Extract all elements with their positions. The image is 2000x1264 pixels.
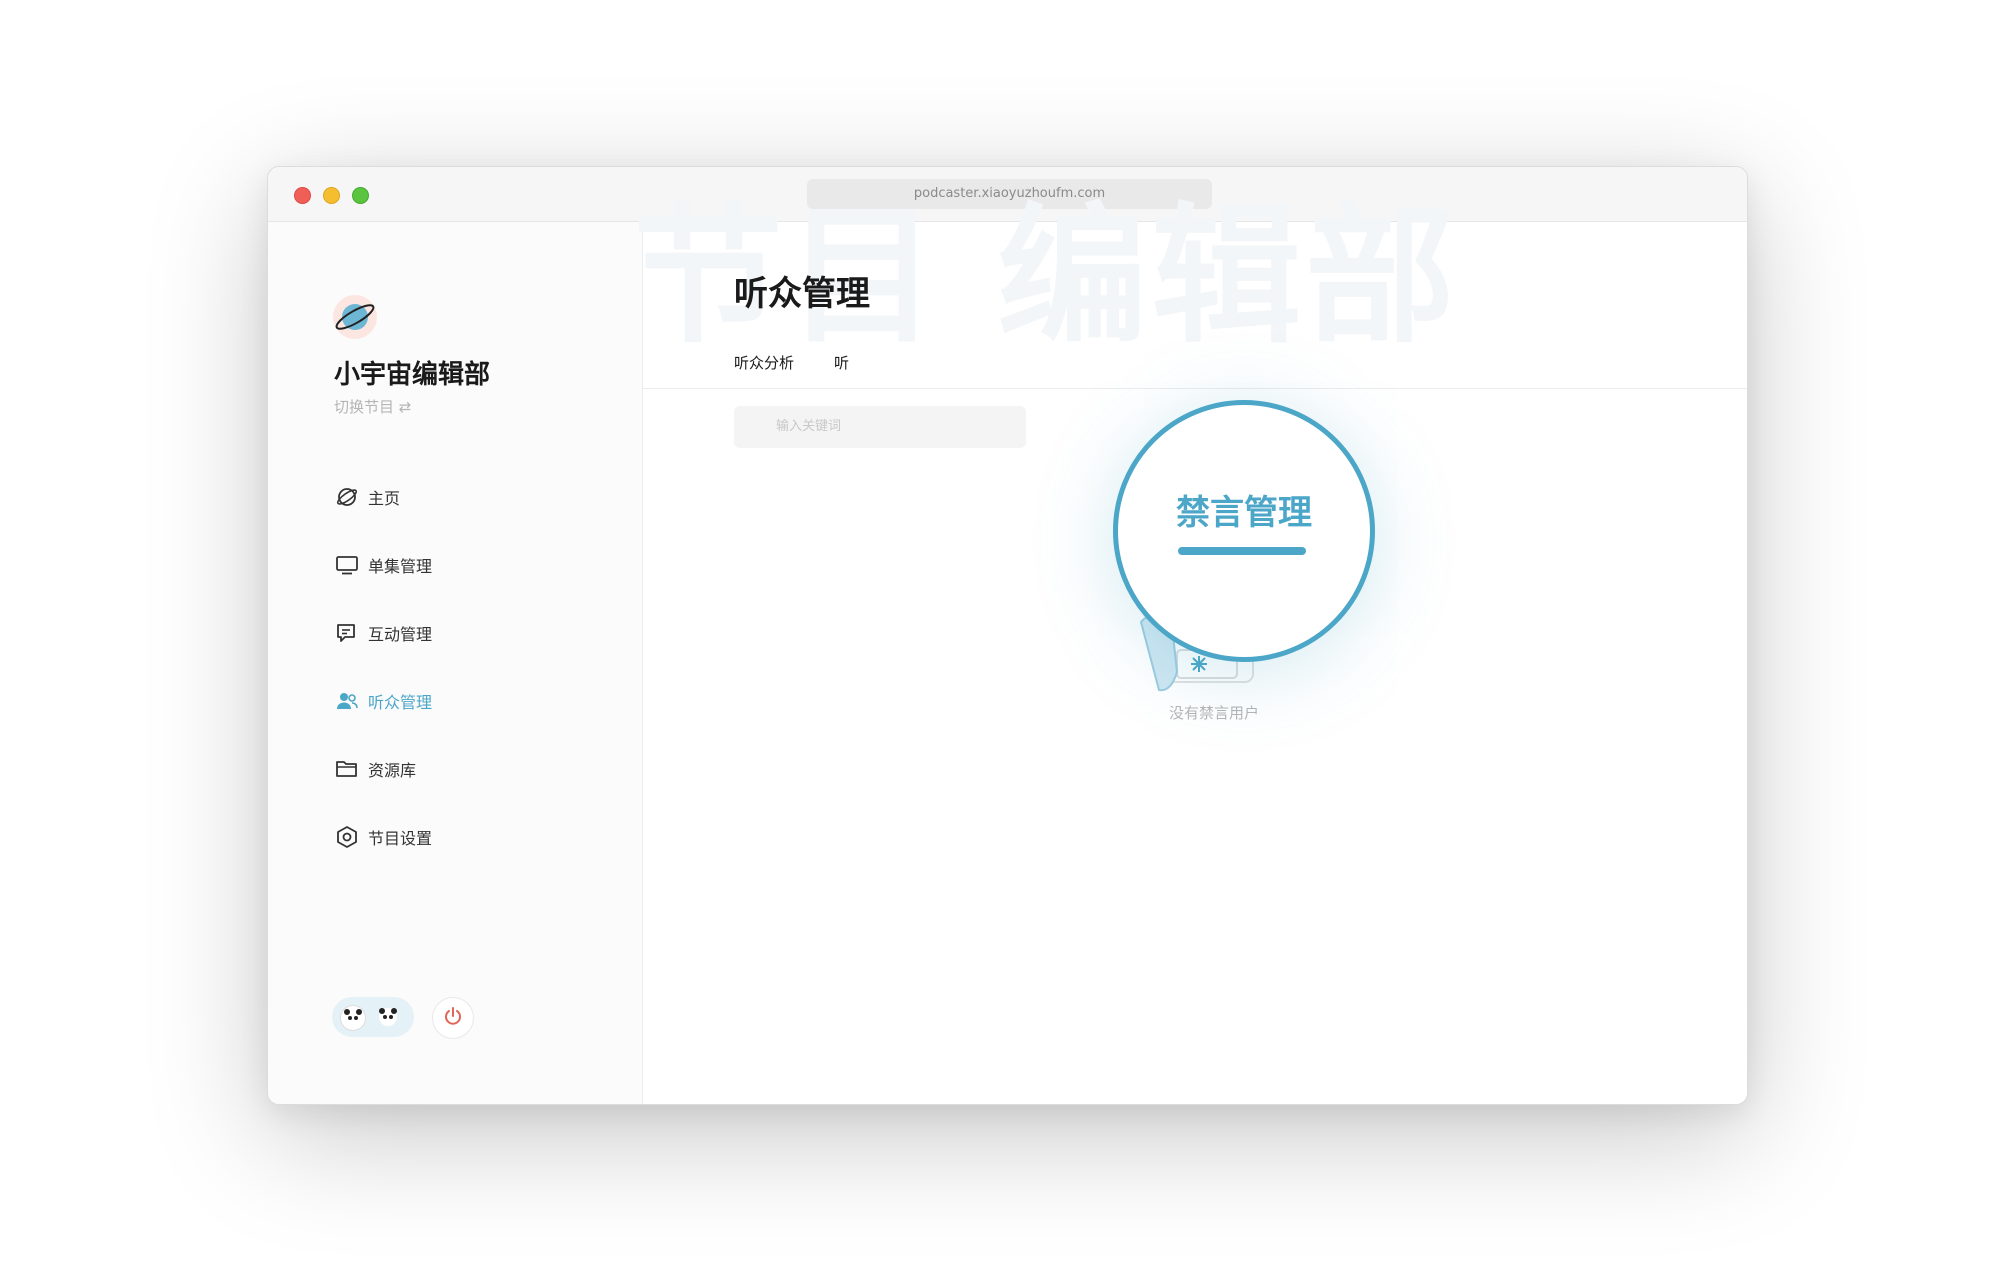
account-switcher[interactable]	[332, 997, 414, 1037]
sidebar-item-library[interactable]: 资源库	[334, 754, 416, 784]
sidebar-item-label: 听众管理	[368, 693, 433, 712]
sidebar-item-label: 主页	[368, 489, 401, 508]
show-name: 小宇宙编辑部	[334, 360, 491, 390]
tab-listener-analysis[interactable]: 听众分析	[734, 352, 794, 373]
search-input[interactable]: 输入关键词	[734, 406, 1026, 448]
panda-avatar-icon	[376, 1005, 400, 1029]
sidebar-item-label: 单集管理	[368, 557, 433, 576]
sidebar-item-settings[interactable]: 节目设置	[334, 822, 432, 852]
zoom-callout: 禁言管理	[1113, 400, 1375, 662]
tab-divider	[643, 388, 1747, 389]
planet-icon	[334, 484, 360, 510]
power-icon	[443, 1006, 463, 1030]
sidebar-item-listeners[interactable]: 听众管理	[334, 686, 432, 716]
switch-show-link[interactable]: 切换节目 ⇄	[334, 396, 411, 417]
close-window-button[interactable]	[294, 187, 311, 204]
sidebar-item-interactions[interactable]: 互动管理	[334, 618, 432, 648]
main-content: 节目 编辑部 听众管理 听众分析 听 输入关键词 没有禁言用户	[633, 202, 1747, 1104]
sidebar-item-label: 资源库	[368, 761, 417, 780]
monitor-icon	[334, 552, 360, 578]
maximize-window-button[interactable]	[352, 187, 369, 204]
panda-avatar-icon	[340, 1005, 366, 1031]
sidebar: 小宇宙编辑部 切换节目 ⇄ 主页 单集管理 互动管理 听众管理 资源库 节目设置	[268, 222, 643, 1104]
tab-muted-users[interactable]: 禁言管理	[1176, 485, 1312, 534]
sidebar-item-label: 节目设置	[368, 829, 433, 848]
users-icon	[334, 688, 360, 714]
hexagon-settings-icon	[334, 824, 360, 850]
empty-state-text: 没有禁言用户	[1169, 704, 1260, 722]
active-tab-indicator	[1178, 547, 1306, 555]
logout-button[interactable]	[432, 997, 474, 1039]
browser-window: podcaster.xiaoyuzhoufm.com 小宇宙编辑部 切换节目 ⇄…	[267, 166, 1748, 1105]
sidebar-item-home[interactable]: 主页	[334, 482, 400, 512]
comment-icon	[334, 620, 360, 646]
sidebar-item-label: 互动管理	[368, 625, 433, 644]
folder-icon	[334, 756, 360, 782]
page-title: 听众管理	[734, 274, 870, 314]
planet-logo-icon	[333, 295, 377, 339]
minimize-window-button[interactable]	[323, 187, 340, 204]
sidebar-item-episodes[interactable]: 单集管理	[334, 550, 432, 580]
tab-listener-list[interactable]: 听	[834, 352, 849, 373]
